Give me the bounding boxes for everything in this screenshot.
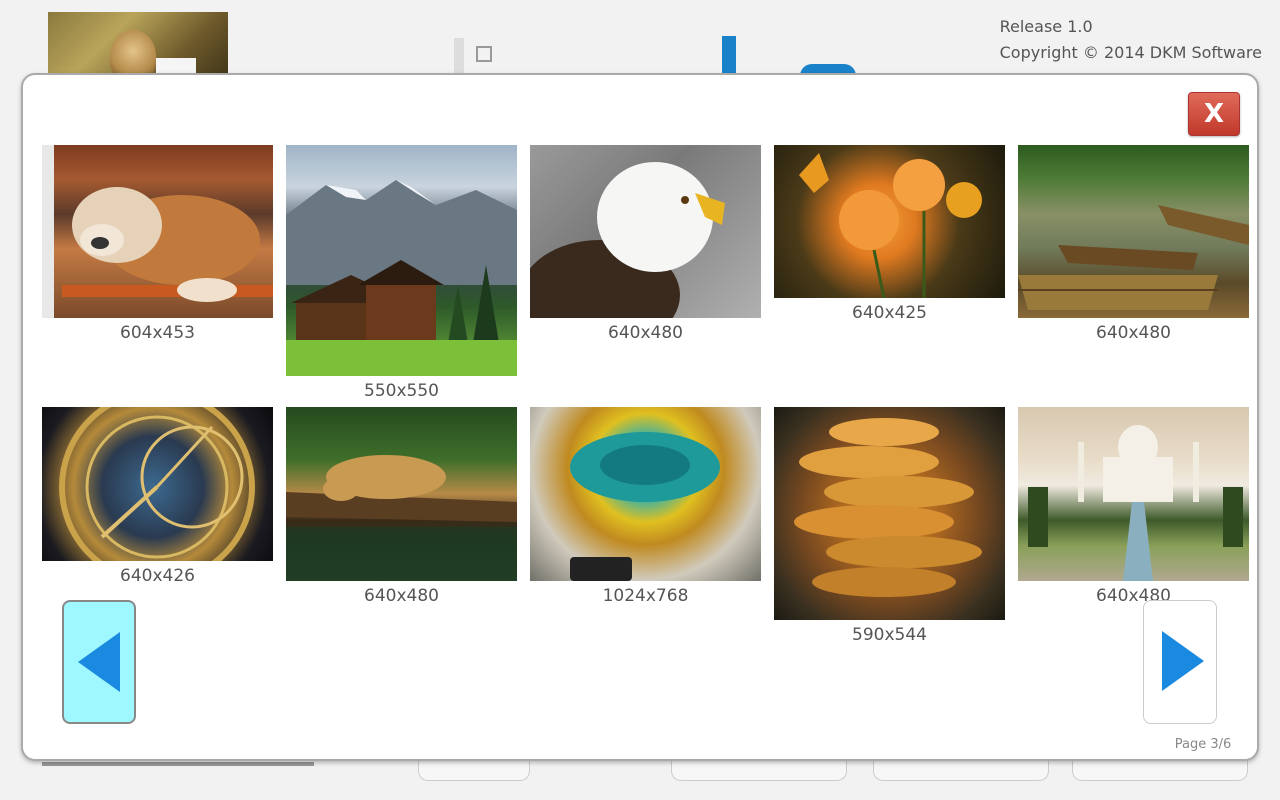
logo-stroke	[722, 36, 736, 76]
gallery-item[interactable]: 590x544	[774, 407, 1005, 645]
taj-mahal-image	[1028, 425, 1243, 581]
background-button[interactable]	[418, 760, 530, 781]
image-dimensions: 550x550	[364, 381, 439, 401]
gallery-item[interactable]: 640x480	[530, 145, 761, 343]
image-dimensions: 604x453	[120, 323, 195, 343]
release-info: Release 1.0 Copyright © 2014 DKM Softwar…	[1000, 14, 1262, 66]
close-button[interactable]: X	[1188, 92, 1240, 136]
previous-page-button[interactable]	[62, 600, 136, 724]
arrow-left-icon	[78, 632, 120, 692]
mushrooms-image	[774, 407, 1005, 620]
release-version: Release 1.0	[999, 17, 1093, 36]
background-bar	[42, 762, 314, 766]
background-button[interactable]	[671, 760, 847, 781]
river-boats-image	[1018, 145, 1249, 318]
image-dimensions: 590x544	[852, 625, 927, 645]
image-dimensions: 640x480	[364, 586, 439, 606]
image-dimensions: 640x480	[1096, 323, 1171, 343]
hot-spring-image	[570, 432, 720, 581]
image-dimensions: 640x426	[120, 566, 195, 586]
background-button[interactable]	[1072, 760, 1248, 781]
background-button[interactable]	[873, 760, 1049, 781]
gallery-item[interactable]: 640x426	[42, 407, 273, 586]
river-boats-image	[1018, 205, 1249, 310]
mountain-chalet-image	[286, 145, 517, 376]
logo-stroke	[476, 46, 492, 62]
gallery-item[interactable]: 640x480	[1018, 407, 1249, 606]
gallery-item[interactable]: 550x550	[286, 145, 517, 401]
page-indicator: Page 3/6	[1174, 737, 1232, 752]
mountain-chalet-image	[286, 180, 517, 376]
gallery-item[interactable]: 640x425	[774, 145, 1005, 323]
astronomical-clock-image	[42, 407, 273, 561]
taj-mahal-image	[1018, 407, 1249, 581]
copyright-text: Copyright © 2014 DKM Software	[999, 43, 1262, 62]
butterfly-flowers-image	[774, 145, 1005, 298]
mushrooms-image	[794, 418, 982, 597]
puzzle-preview-thumbnail	[48, 12, 228, 82]
bulldog-image	[42, 145, 273, 318]
next-page-button[interactable]	[1143, 600, 1217, 724]
image-picker-dialog: X 604x453 550x550 640x480 640x425 640x48…	[21, 73, 1259, 761]
gallery-item[interactable]: 604x453	[42, 145, 273, 343]
image-dimensions: 1024x768	[602, 586, 689, 606]
image-dimensions: 640x480	[608, 323, 683, 343]
gallery-item[interactable]: 640x480	[286, 407, 517, 606]
arrow-right-icon	[1162, 631, 1204, 691]
jaguar-jungle-image	[286, 407, 517, 581]
astronomical-clock-image	[59, 407, 255, 561]
gallery-item[interactable]: 1024x768	[530, 407, 761, 606]
butterfly-flowers-image	[799, 153, 982, 298]
jaguar-jungle-image	[286, 455, 517, 581]
hot-spring-image	[530, 407, 761, 581]
bald-eagle-image	[530, 145, 761, 318]
bald-eagle-image	[530, 162, 725, 318]
bulldog-image	[42, 145, 273, 318]
app-logo	[440, 36, 860, 76]
gallery-item[interactable]: 640x480	[1018, 145, 1249, 343]
image-dimensions: 640x425	[852, 303, 927, 323]
logo-stroke	[454, 38, 464, 76]
